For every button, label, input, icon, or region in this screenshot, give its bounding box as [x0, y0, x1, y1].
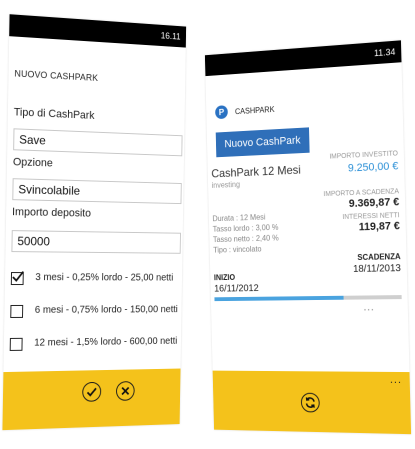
invested-value: 9.250,00 €: [348, 160, 399, 174]
app-bar-more-button[interactable]: ...: [390, 374, 402, 386]
app-bar: ...: [213, 371, 411, 435]
option-label: Opzione: [13, 156, 53, 169]
checkbox-unchecked[interactable]: [10, 305, 23, 318]
check-icon: [85, 385, 98, 399]
option-text: 12 mesi - 1,5% lordo - 600,00 netti: [34, 336, 177, 349]
status-bar: 11.34: [205, 40, 402, 76]
confirm-button[interactable]: [82, 382, 101, 402]
new-cashpark-button[interactable]: Nuovo CashPark: [216, 127, 310, 157]
page-title: NUOVO CASHPARK: [14, 68, 98, 82]
status-time: 16.11: [161, 31, 181, 42]
option-row[interactable]: 6 mesi - 0,75% lordo - 150,00 netti: [10, 303, 185, 323]
detail-duration: Durata : 12 Mesi: [212, 213, 265, 223]
product-name: CashPark 12 Mesi: [211, 163, 301, 180]
option-field[interactable]: Svincolabile: [12, 178, 181, 204]
interest-value: 119,87 €: [359, 220, 400, 233]
app-bar: [2, 369, 180, 431]
option-text: 6 mesi - 0,75% lordo - 150,00 netti: [35, 304, 178, 315]
option-text: 3 mesi - 0,25% lordo - 25,00 netti: [35, 272, 173, 283]
app-logo-icon: P: [215, 105, 228, 119]
deposit-label: Importo deposito: [12, 206, 91, 219]
detail-type: Tipo : vincolato: [213, 245, 262, 255]
check-icon: [11, 270, 25, 284]
cancel-button[interactable]: [116, 381, 135, 401]
type-field[interactable]: Save: [13, 128, 182, 156]
refresh-icon: [304, 396, 317, 410]
start-date-label: INIZIO: [214, 273, 235, 282]
maturity-date: 18/11/2013: [353, 263, 401, 275]
status-time: 11.34: [374, 47, 396, 58]
deposit-field[interactable]: 50000: [11, 230, 181, 254]
refresh-button[interactable]: [301, 393, 320, 413]
status-bar: 16.11: [9, 14, 186, 47]
more-dots[interactable]: ...: [363, 302, 374, 313]
maturity-value: 9.369,87 €: [349, 196, 400, 210]
invested-label: IMPORTO INVESTITO: [329, 150, 398, 160]
detail-net-rate: Tasso netto : 2,40 %: [213, 234, 279, 244]
start-date: 16/11/2012: [214, 283, 259, 294]
detail-gross-rate: Tasso lordo : 3,00 %: [213, 223, 279, 234]
checkbox-checked[interactable]: [11, 272, 24, 285]
new-cashpark-screen: 16.11 NUOVO CASHPARK Tipo di CashPark Sa…: [2, 14, 186, 430]
close-icon: [119, 384, 132, 398]
progress-bar: [214, 295, 401, 301]
option-row[interactable]: 12 mesi - 1,5% lordo - 600,00 netti: [10, 334, 185, 356]
progress-fill: [214, 296, 343, 301]
product-subtitle: investing: [212, 180, 241, 190]
cashpark-detail-screen: 11.34 P CASHPARK Nuovo CashPark CashPark…: [205, 40, 411, 434]
maturity-date-label: SCADENZA: [357, 252, 400, 262]
checkbox-unchecked[interactable]: [10, 338, 23, 351]
type-label: Tipo di CashPark: [14, 106, 95, 122]
app-title: CASHPARK: [235, 105, 275, 116]
option-row[interactable]: 3 mesi - 0,25% lordo - 25,00 netti: [11, 270, 186, 290]
